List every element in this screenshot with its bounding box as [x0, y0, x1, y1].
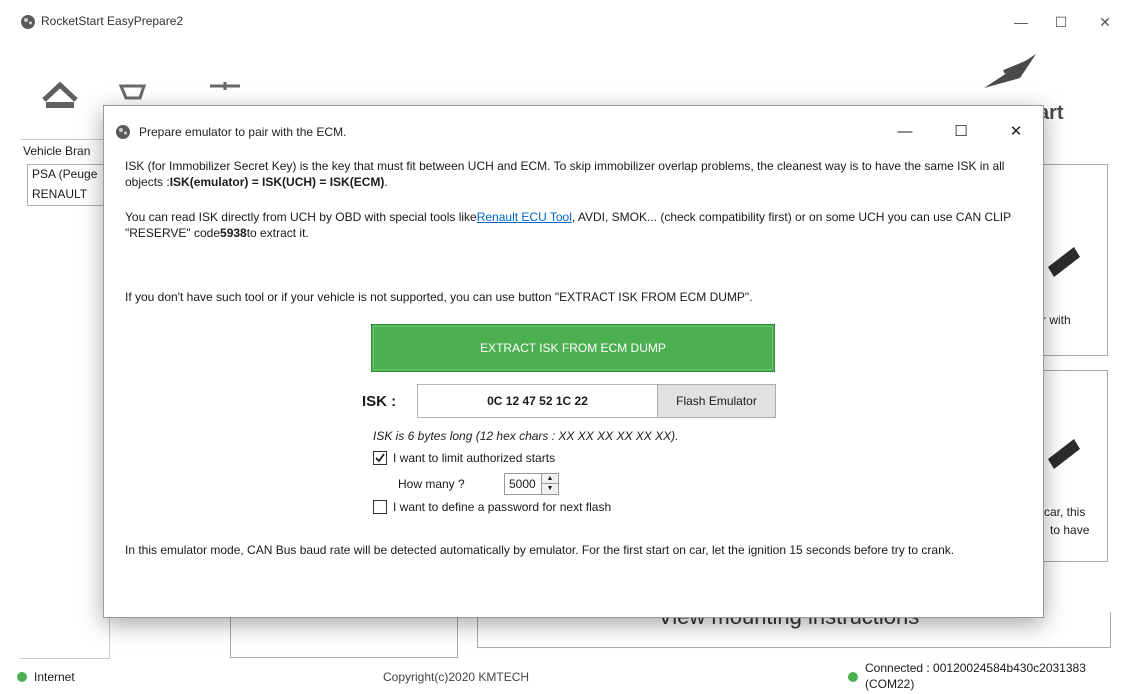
rocket-logo-icon [984, 54, 1036, 88]
isk-input[interactable]: 0C 12 47 52 1C 22 [417, 384, 658, 418]
connection-status-line1: Connected : 00120024584b430c2031383 [865, 661, 1086, 675]
dialog-maximize-button[interactable]: ☐ [946, 120, 976, 144]
app-icon [21, 15, 35, 29]
card-2-text-b: to have [1050, 523, 1090, 537]
card-2-text-a: car, this [1044, 505, 1086, 519]
dialog-title: Prepare emulator to pair with the ECM. [139, 125, 347, 139]
isk-read-text-3: to extract it. [246, 226, 309, 240]
minimize-button[interactable]: — [1006, 10, 1036, 34]
prepare-emulator-dialog: Prepare emulator to pair with the ECM. —… [103, 105, 1044, 618]
no-tool-paragraph: If you don't have such tool or if your v… [125, 290, 753, 304]
how-many-stepper[interactable]: 5000 ▲ ▼ [504, 473, 559, 495]
copyright-text: Copyright(c)2020 KMTECH [383, 670, 530, 684]
card-1-text: r with [1042, 313, 1071, 327]
main-title-bar: RocketStart EasyPrepare2 — ☐ ✕ [0, 0, 1126, 46]
status-bar: Internet Copyright(c)2020 KMTECH Connect… [0, 660, 1126, 694]
dialog-title-bar: Prepare emulator to pair with the ECM. —… [104, 106, 1043, 156]
how-many-label: How many ? [398, 477, 465, 491]
brand-logo: art [976, 48, 1106, 124]
renault-ecu-tool-link[interactable]: Renault ECU Tool [477, 210, 572, 224]
cart-icon[interactable] [118, 78, 148, 108]
tools-icon[interactable] [205, 78, 245, 108]
extract-isk-button[interactable]: EXTRACT ISK FROM ECM DUMP [371, 324, 775, 372]
app-title: RocketStart EasyPrepare2 [41, 14, 184, 28]
password-label[interactable]: I want to define a password for next fla… [393, 500, 611, 514]
dialog-minimize-button[interactable]: — [890, 120, 920, 144]
maximize-button[interactable]: ☐ [1046, 10, 1076, 34]
isk-equation: ISK(emulator) = ISK(UCH) = ISK(ECM) [169, 175, 385, 189]
vehicle-brand-panel: Vehicle Bran PSA (Peuge RENAULT [20, 139, 117, 659]
internet-status-dot [17, 672, 27, 682]
limit-starts-label[interactable]: I want to limit authorized starts [393, 451, 555, 465]
isk-explanation-paragraph: ISK (for Immobilizer Secret Key) is the … [125, 158, 1030, 190]
bottom-panel-left [230, 612, 458, 658]
emulator-device-icon [1048, 247, 1080, 277]
stepper-up-icon[interactable]: ▲ [542, 474, 558, 484]
vehicle-brand-header: Vehicle Bran [23, 144, 91, 158]
isk-hint: ISK is 6 bytes long (12 hex chars : XX X… [373, 429, 679, 443]
flash-emulator-button[interactable]: Flash Emulator [657, 384, 776, 418]
isk-read-paragraph: You can read ISK directly from UCH by OB… [125, 209, 1030, 241]
limit-starts-checkbox[interactable] [373, 451, 387, 465]
isk-label: ISK : [362, 393, 397, 410]
how-many-value[interactable]: 5000 [509, 477, 536, 491]
dialog-close-button[interactable]: ✕ [1001, 120, 1031, 144]
stepper-buttons: ▲ ▼ [541, 474, 558, 494]
connection-status-dot [848, 672, 858, 682]
dialog-app-icon [116, 125, 130, 139]
password-checkbox[interactable] [373, 500, 387, 514]
product-card-2[interactable]: car, this to have [1040, 370, 1108, 562]
connection-status-line2: (COM22) [865, 677, 915, 691]
baud-rate-paragraph: In this emulator mode, CAN Bus baud rate… [125, 543, 955, 557]
stepper-down-icon[interactable]: ▼ [542, 484, 558, 494]
reserve-code: 5938 [220, 226, 247, 240]
emulator-device-icon [1048, 439, 1080, 469]
home-icon[interactable] [40, 80, 80, 110]
internet-status-label: Internet [34, 670, 75, 684]
close-button[interactable]: ✕ [1090, 10, 1120, 34]
isk-read-text: You can read ISK directly from UCH by OB… [125, 210, 477, 224]
checkmark-icon [375, 453, 385, 463]
product-card-1[interactable]: r with [1040, 164, 1108, 356]
isk-explanation-end: . [384, 175, 388, 189]
